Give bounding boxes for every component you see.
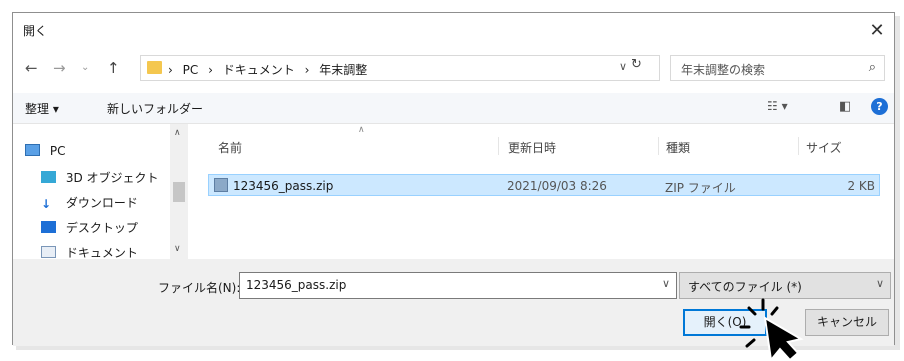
- column-divider[interactable]: [658, 137, 659, 155]
- filetype-value: すべてのファイル (*): [688, 280, 802, 294]
- column-header-type[interactable]: 種類: [666, 139, 690, 156]
- download-arrow-icon: ↓: [41, 197, 52, 211]
- nav-item-label: ドキュメント: [65, 246, 138, 259]
- search-placeholder: 年末調整の検索: [681, 63, 766, 77]
- filename-label: ファイル名(N):: [158, 281, 241, 295]
- preview-pane-icon[interactable]: ◧: [839, 99, 851, 114]
- breadcrumb-pc[interactable]: PC: [183, 63, 199, 77]
- breadcrumb-separator: ›: [304, 63, 310, 77]
- breadcrumb-documents[interactable]: ドキュメント: [223, 63, 295, 77]
- desktop-icon: [41, 221, 56, 233]
- navigation-pane: PC 3D オブジェクト ↓ ダウンロード デスクトップ ドキュメント: [13, 124, 188, 259]
- zip-file-icon: [214, 178, 228, 192]
- nav-item-label: 3D オブジェクト: [65, 171, 159, 185]
- folder-icon: [147, 61, 162, 74]
- address-row: ← → ⌄ ↑ › PC › ドキュメント › 年末調整 ∨ ↻ 年末調整の検索…: [13, 53, 894, 83]
- up-arrow-icon[interactable]: ↑: [107, 59, 120, 77]
- nav-item-label: デスクトップ: [65, 221, 138, 235]
- pc-icon: [25, 144, 40, 156]
- breadcrumb-separator: ›: [208, 63, 213, 77]
- scrollbar-thumb[interactable]: [173, 182, 185, 202]
- search-box[interactable]: 年末調整の検索 ⌕: [670, 55, 885, 81]
- sort-ascending-icon: ∧: [358, 125, 365, 135]
- chevron-down-icon[interactable]: ∨: [662, 277, 670, 290]
- search-icon[interactable]: ⌕: [869, 60, 876, 75]
- nav-item-pc[interactable]: PC: [25, 144, 65, 158]
- title-bar: 開く ✕: [13, 13, 894, 47]
- command-bar: 整理 ▾ 新しいフォルダー ☷ ▾ ◧ ?: [13, 93, 894, 124]
- back-arrow-icon[interactable]: ←: [25, 59, 38, 77]
- help-icon[interactable]: ?: [871, 98, 888, 115]
- scroll-up-arrow-icon[interactable]: ∧: [174, 128, 181, 138]
- column-header-modified[interactable]: 更新日時: [508, 139, 556, 156]
- breadcrumb-year-end-adjustment[interactable]: 年末調整: [319, 63, 367, 77]
- mouse-cursor-icon: [763, 316, 804, 361]
- view-options-icon[interactable]: ☷ ▾: [767, 99, 788, 113]
- nav-item-downloads[interactable]: ↓ ダウンロード: [41, 194, 138, 211]
- document-icon: [41, 246, 56, 258]
- cancel-button[interactable]: キャンセル: [805, 309, 889, 336]
- file-list: ∧ 名前 更新日時 種類 サイズ 123456_pass.zip 2021/09…: [198, 124, 894, 259]
- nav-item-label: PC: [49, 144, 66, 158]
- breadcrumb: › PC › ドキュメント › 年末調整: [165, 61, 370, 78]
- chevron-down-icon[interactable]: ∨: [619, 60, 627, 73]
- close-icon[interactable]: ✕: [860, 13, 894, 47]
- window-title: 開く: [23, 24, 48, 38]
- window-shadow-right: [895, 16, 900, 349]
- organize-menu[interactable]: 整理 ▾: [25, 100, 59, 117]
- 3d-objects-icon: [41, 171, 56, 183]
- new-folder-button[interactable]: 新しいフォルダー: [107, 100, 203, 117]
- click-indicator: [739, 298, 804, 361]
- file-type: ZIP ファイル: [665, 181, 736, 195]
- filetype-select[interactable]: すべてのファイル (*) ∨: [679, 272, 891, 299]
- file-name: 123456_pass.zip: [233, 179, 334, 193]
- scroll-down-arrow-icon[interactable]: ∨: [174, 244, 181, 254]
- filename-value: 123456_pass.zip: [246, 278, 347, 292]
- file-size: 2 KB: [847, 179, 875, 193]
- file-modified: 2021/09/03 8:26: [507, 179, 607, 193]
- nav-item-desktop[interactable]: デスクトップ: [41, 219, 138, 236]
- forward-arrow-icon[interactable]: →: [53, 59, 66, 77]
- column-divider[interactable]: [498, 137, 499, 155]
- recent-locations-chevron-icon[interactable]: ⌄: [81, 62, 89, 73]
- column-divider[interactable]: [798, 137, 799, 155]
- nav-item-label: ダウンロード: [65, 196, 138, 210]
- file-row-selected[interactable]: 123456_pass.zip 2021/09/03 8:26 ZIP ファイル…: [208, 174, 880, 196]
- nav-item-documents[interactable]: ドキュメント: [41, 244, 138, 259]
- breadcrumb-separator: ›: [168, 63, 173, 77]
- chevron-down-icon[interactable]: ∨: [876, 277, 884, 290]
- refresh-icon[interactable]: ↻: [631, 57, 642, 72]
- address-bar[interactable]: › PC › ドキュメント › 年末調整 ∨: [140, 55, 660, 81]
- column-header-name[interactable]: 名前: [218, 139, 242, 156]
- nav-item-3d-objects[interactable]: 3D オブジェクト: [41, 169, 159, 186]
- filename-input[interactable]: 123456_pass.zip ∨: [239, 272, 677, 299]
- column-header-size[interactable]: サイズ: [806, 139, 842, 156]
- nav-scrollbar[interactable]: ∧ ∨: [170, 124, 188, 259]
